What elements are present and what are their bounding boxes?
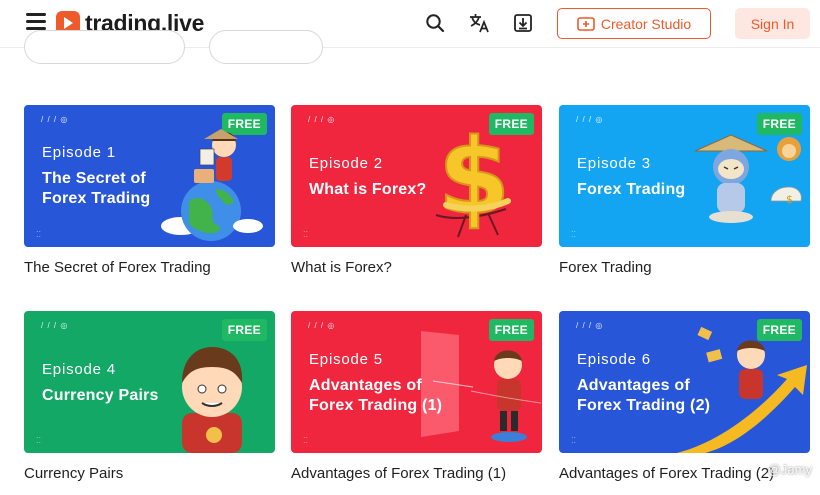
free-badge: FREE	[221, 319, 267, 341]
episode-title-line2: Forex Trading	[42, 190, 151, 207]
creator-studio-button[interactable]: Creator Studio	[557, 8, 711, 39]
search-icon[interactable]	[423, 11, 447, 35]
episode-title-line1: What is Forex?	[309, 181, 427, 198]
creator-studio-label: Creator Studio	[600, 15, 692, 32]
course-thumbnail[interactable]: / / / ◎ FREE Episode 1 The Secret of For…	[24, 105, 275, 247]
course-card[interactable]: / / / ◎ FREE Episode 1 The Secret of For…	[24, 105, 275, 276]
course-thumbnail[interactable]: / / / ◎ FREE Episode 6 Advantages of For…	[559, 311, 810, 453]
translate-icon[interactable]	[468, 11, 492, 35]
episode-label: Episode 5	[309, 351, 383, 368]
episode-label: Episode 4	[42, 361, 116, 378]
course-title[interactable]: What is Forex?	[291, 259, 542, 276]
episode-title-line1: Advantages of	[309, 377, 422, 394]
sign-in-button[interactable]: Sign In	[735, 8, 810, 39]
filter-pill[interactable]	[24, 30, 185, 64]
globe-character-illustration	[161, 129, 263, 241]
course-thumbnail[interactable]: / / / ◎ FREE Episode 4 Currency Pairs ⁚⁚	[24, 311, 275, 453]
course-thumbnail[interactable]: / / / ◎ FREE Episode 5 Advantages of For…	[291, 311, 542, 453]
course-thumbnail[interactable]: / / / ◎ FREE Episode 3 Forex Trading $ ⁚…	[559, 105, 810, 247]
menu-icon[interactable]	[26, 13, 46, 31]
free-badge: FREE	[756, 319, 802, 341]
boy-character-illustration	[182, 347, 243, 453]
episode-title-line2: Forex Trading (2)	[577, 397, 711, 414]
course-card[interactable]: / / / ◎ FREE Episode 6 Advantages of For…	[559, 311, 810, 482]
episode-label: Episode 6	[577, 351, 651, 368]
course-card[interactable]: / / / ◎ FREE Episode 5 Advantages of For…	[291, 311, 542, 482]
episode-label: Episode 1	[42, 144, 116, 161]
course-card[interactable]: / / / ◎ FREE Episode 3 Forex Trading $ ⁚…	[559, 105, 810, 276]
svg-text:$: $	[786, 193, 793, 206]
episode-title-line1: Forex Trading	[577, 181, 686, 198]
course-title[interactable]: Forex Trading	[559, 259, 810, 276]
filter-pill[interactable]	[209, 30, 323, 64]
watermark: @Jamy	[767, 462, 812, 477]
course-title[interactable]: The Secret of Forex Trading	[24, 259, 275, 276]
episode-title-line1: Currency Pairs	[42, 387, 159, 404]
episode-label: Episode 3	[577, 155, 651, 172]
svg-text:$: $	[438, 116, 510, 238]
episode-title-line1: The Secret of	[42, 170, 146, 187]
episode-label: Episode 2	[309, 155, 383, 172]
monk-monkey-illustration: $	[694, 134, 802, 223]
course-title[interactable]: Currency Pairs	[24, 465, 275, 482]
video-add-icon	[577, 16, 595, 31]
download-icon[interactable]	[511, 11, 535, 35]
episode-title-line1: Advantages of	[577, 377, 690, 394]
door-boy-illustration	[421, 331, 541, 442]
course-title[interactable]: Advantages of Forex Trading (1)	[291, 465, 542, 482]
episode-title-line2: Forex Trading (1)	[309, 397, 443, 414]
course-thumbnail[interactable]: / / / ◎ FREE Episode 2 What is Forex? $ …	[291, 105, 542, 247]
course-card[interactable]: / / / ◎ FREE Episode 4 Currency Pairs ⁚⁚…	[24, 311, 275, 482]
dollar-sign-illustration: $	[435, 115, 511, 239]
course-card[interactable]: / / / ◎ FREE Episode 2 What is Forex? $ …	[291, 105, 542, 276]
